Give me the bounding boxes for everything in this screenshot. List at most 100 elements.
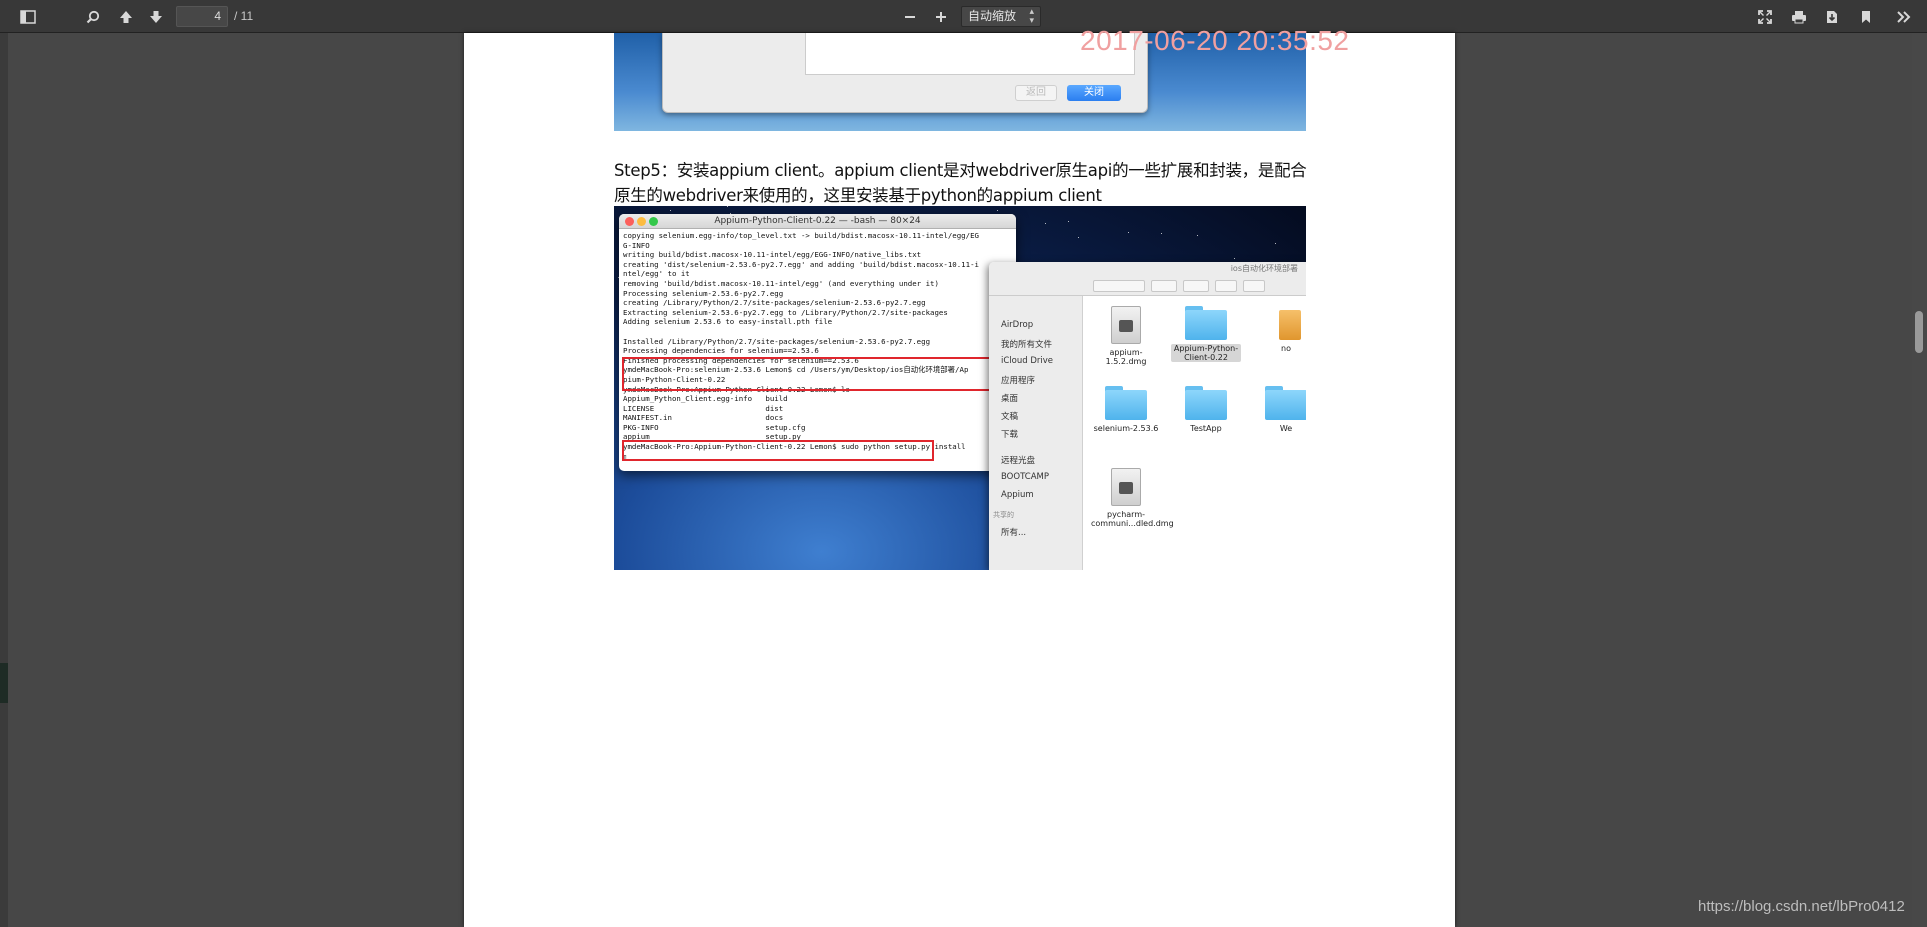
close-dot-icon — [625, 217, 634, 226]
watermark-url: https://blog.csdn.net/lbPro0412 — [1698, 898, 1905, 915]
terminal-line: Appium_Python_Client.egg-info build — [623, 394, 788, 404]
zoom-select-value: 自动缩放 — [968, 9, 1017, 23]
finder-sidebar-item: BOOTCAMP — [1001, 472, 1049, 482]
finder-sidebar-item: 应用程序 — [1001, 376, 1036, 386]
terminal-line: Processing selenium-2.53.6-py2.7.egg — [623, 288, 784, 298]
star — [997, 210, 998, 211]
dialog-window: 返回 关闭 — [662, 33, 1148, 113]
highlight-box-cd-command — [622, 357, 1015, 391]
minimize-dot-icon — [637, 217, 646, 226]
dialog-close-button: 关闭 — [1067, 85, 1121, 101]
finder-item: We — [1251, 386, 1306, 433]
folder-icon — [1185, 306, 1227, 340]
star — [1068, 221, 1069, 222]
disk-image-icon — [1111, 306, 1141, 344]
scrollbar-thumb[interactable] — [1915, 311, 1923, 353]
finder-sidebar-item: 桌面 — [1001, 394, 1019, 404]
presentation-mode-button[interactable] — [1751, 5, 1779, 29]
disk-image-icon — [1111, 468, 1141, 506]
terminal-line: Processing dependencies for selenium==2.… — [623, 346, 819, 356]
finder-title: ios自动化环境部署 — [989, 262, 1306, 276]
next-page-button[interactable] — [142, 5, 170, 29]
folder-icon — [1185, 386, 1227, 420]
zoom-out-button[interactable] — [896, 5, 924, 29]
dialog-back-button: 返回 — [1015, 85, 1057, 101]
toolbar: 4 / 11 自动缩放 ▴ ▾ — [0, 0, 1927, 33]
bookmark-button[interactable] — [1852, 5, 1880, 29]
finder-sidebar-item: 文稿 — [1001, 412, 1019, 422]
scrollbar[interactable] — [1912, 33, 1927, 927]
star — [670, 210, 671, 211]
folder-icon — [1105, 386, 1147, 420]
finder-sidebar-item: 所有... — [1001, 528, 1027, 538]
find-button[interactable] — [79, 5, 107, 29]
terminal-line: MANIFEST.in docs — [623, 413, 784, 423]
app-icon — [1265, 306, 1306, 340]
zoom-in-button[interactable] — [927, 5, 955, 29]
star — [1078, 237, 1079, 238]
finder-item-label: appium-1.5.2.dmg — [1105, 348, 1147, 366]
sidebar-toggle-button[interactable] — [14, 5, 42, 29]
screenshot-terminal-finder: Appium-Python-Client-0.22 — -bash — 80×2… — [614, 206, 1306, 570]
finder-sidebar-item: AirDrop — [1001, 320, 1034, 330]
download-button[interactable] — [1818, 5, 1846, 29]
fullscreen-icon — [1758, 10, 1772, 24]
terminal-line: creating 'dist/selenium-2.53.6-py2.7.egg… — [623, 259, 979, 269]
finder-sidebar-item: 下载 — [1001, 430, 1019, 440]
tools-button[interactable] — [1890, 5, 1918, 29]
printer-icon — [1792, 11, 1806, 24]
zoom-select[interactable]: 自动缩放 ▴ ▾ — [961, 6, 1041, 27]
bookmark-icon — [1862, 11, 1870, 23]
arrow-down-icon — [150, 11, 162, 23]
finder-item: pycharm-communi...dled.dmg — [1091, 468, 1174, 528]
terminal-titlebar: Appium-Python-Client-0.22 — -bash — 80×2… — [619, 214, 1016, 229]
finder-item: appium-1.5.2.dmg — [1091, 306, 1161, 366]
terminal-line: G-INFO — [623, 240, 650, 250]
action-button — [1183, 280, 1209, 292]
share-button — [1215, 280, 1237, 292]
finder-sidebar-item: 远程光盘 — [1001, 456, 1036, 466]
finder-item: selenium-2.53.6 — [1091, 386, 1161, 433]
folder-icon — [1265, 386, 1306, 420]
finder-sidebar-item: 共享的 — [993, 511, 1014, 519]
arrange-button — [1151, 280, 1177, 292]
zoom-dot-icon — [649, 217, 658, 226]
minus-icon — [905, 16, 915, 18]
page-number-input[interactable]: 4 — [176, 6, 228, 27]
finder-item: TestApp — [1171, 386, 1241, 433]
finder-item-label: pycharm-communi...dled.dmg — [1091, 510, 1174, 528]
print-button[interactable] — [1785, 5, 1813, 29]
terminal-line: Extracting selenium-2.53.6-py2.7.egg to … — [623, 307, 948, 317]
finder-toolbar — [989, 276, 1306, 296]
search-icon — [86, 10, 100, 24]
page-count: / 11 — [234, 9, 254, 23]
plus-icon — [936, 12, 946, 22]
highlight-box-install-command — [622, 440, 934, 461]
star — [1161, 233, 1162, 234]
finder-sidebar-item: Appium — [1001, 490, 1034, 500]
terminal-line: creating /Library/Python/2.7/site-packag… — [623, 298, 926, 308]
terminal-line: Adding selenium 2.53.6 to easy-install.p… — [623, 317, 833, 327]
previous-page-button[interactable] — [112, 5, 140, 29]
timestamp-watermark: 2017-06-20 20:35:52 — [1080, 25, 1350, 56]
sidebar-strip — [0, 33, 8, 927]
terminal-output: copying selenium.egg-info/top_level.txt … — [619, 229, 1016, 463]
terminal-window: Appium-Python-Client-0.22 — -bash — 80×2… — [619, 214, 1016, 471]
star — [1275, 243, 1276, 244]
star — [727, 206, 728, 207]
finder-item-label: no — [1281, 344, 1291, 353]
arrow-up-icon — [120, 11, 132, 23]
finder-sidebar: AirDrop 我的所有文件 iCloud Drive 应用程序 桌面 文稿 下载 远程光盘 B… — [989, 296, 1083, 570]
view-mode-buttons — [1093, 280, 1145, 292]
finder-item-label: Appium-Python-Client-0.22 — [1171, 344, 1241, 362]
sidebar-marker — [0, 663, 8, 703]
star — [1045, 223, 1046, 224]
terminal-line: Installed /Library/Python/2.7/site-packa… — [623, 336, 931, 346]
sidebar-icon — [20, 10, 36, 24]
finder-item-label: TestApp — [1190, 424, 1222, 433]
finder-sidebar-item: iCloud Drive — [1001, 356, 1054, 366]
star — [1234, 258, 1235, 259]
terminal-line: removing 'build/bdist.macosx-10.11-intel… — [623, 278, 939, 288]
terminal-line: PKG-INFO setup.cfg — [623, 422, 806, 432]
